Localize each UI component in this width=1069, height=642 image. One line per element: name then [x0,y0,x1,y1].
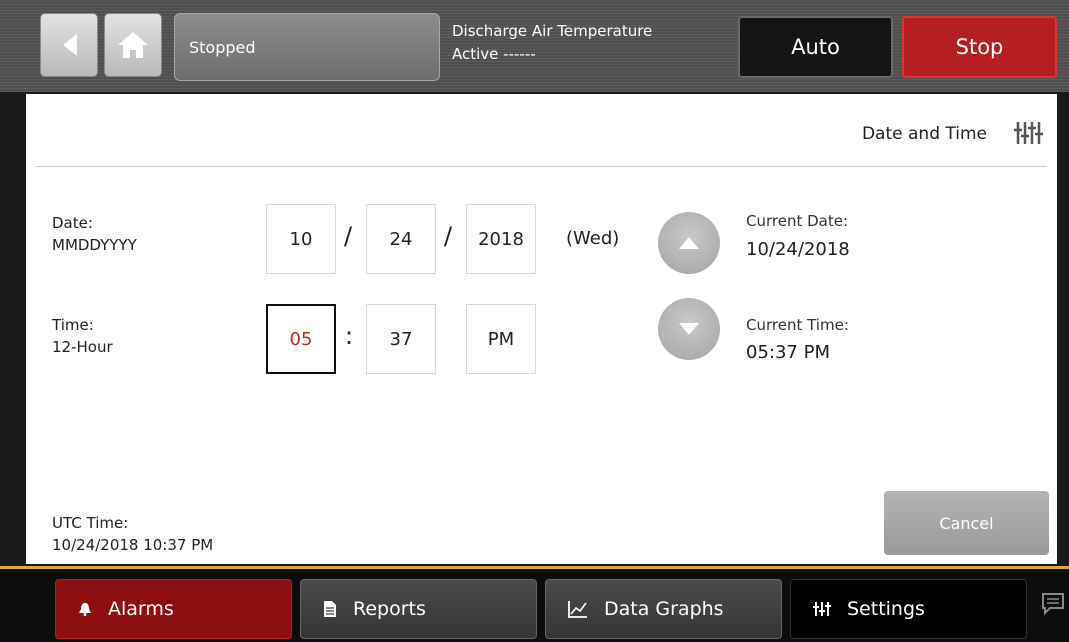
point-title: Discharge Air Temperature [452,22,653,40]
point-info: Discharge Air Temperature Active ------ [452,20,652,66]
current-time-label: Current Time: [746,316,849,334]
tab-reports[interactable]: Reports [300,579,537,639]
tab-settings[interactable]: Settings [790,579,1027,639]
tab-reports-label: Reports [353,598,426,620]
date-format: MMDDYYYY [52,236,137,254]
time-label-text: Time: [52,316,94,334]
divider [36,166,1047,167]
time-label: Time: 12-Hour [52,314,113,358]
current-date-label: Current Date: [746,212,849,230]
weekday: (Wed) [566,228,620,249]
date-label: Date: MMDDYYYY [52,212,137,256]
utc-time: UTC Time: 10/24/2018 10:37 PM [52,512,213,556]
status-display: Stopped [174,13,440,81]
tab-data-graphs[interactable]: Data Graphs [545,579,782,639]
tab-alarms[interactable]: Alarms [55,579,292,639]
minute-field[interactable]: 37 [366,304,436,374]
arrow-up-icon [679,237,699,249]
cancel-button[interactable]: Cancel [884,491,1049,555]
date-label-text: Date: [52,214,93,232]
tab-data-graphs-label: Data Graphs [604,598,724,620]
date-time-panel: Date and Time Date: MMDDYYYY 10 / 24 / 2… [26,94,1057,564]
bottom-nav: Alarms Reports Data Graphs Settings [0,566,1069,642]
ampm-field[interactable]: PM [466,304,536,374]
back-arrow-icon [63,34,77,56]
bell-icon [78,602,92,616]
message-icon[interactable] [1040,591,1066,617]
stop-button[interactable]: Stop [902,16,1057,78]
chart-icon [568,600,588,618]
month-field[interactable]: 10 [266,204,336,274]
current-time-value: 05:37 PM [746,342,830,363]
date-separator: / [444,222,453,250]
tab-alarms-label: Alarms [108,598,174,620]
year-field[interactable]: 2018 [466,204,536,274]
arrow-down-icon [679,323,699,335]
home-button[interactable] [104,13,162,77]
tab-settings-label: Settings [847,598,925,620]
top-bar: Stopped Discharge Air Temperature Active… [0,0,1069,92]
decrement-button[interactable] [658,298,720,360]
time-separator: : [345,322,354,350]
day-field[interactable]: 24 [366,204,436,274]
increment-button[interactable] [658,212,720,274]
sliders-icon [813,601,831,617]
document-icon [323,600,337,618]
utc-label: UTC Time: [52,514,129,532]
page-title: Date and Time [861,124,987,144]
hour-field[interactable]: 05 [266,304,336,374]
point-status: Active ------ [452,45,536,63]
current-date-value: 10/24/2018 [746,239,850,260]
auto-button[interactable]: Auto [738,16,893,78]
time-format: 12-Hour [52,338,113,356]
date-separator: / [344,222,353,250]
back-button[interactable] [40,13,98,77]
home-icon [118,32,148,58]
sliders-icon[interactable] [1013,120,1043,146]
utc-value: 10/24/2018 10:37 PM [52,536,214,554]
